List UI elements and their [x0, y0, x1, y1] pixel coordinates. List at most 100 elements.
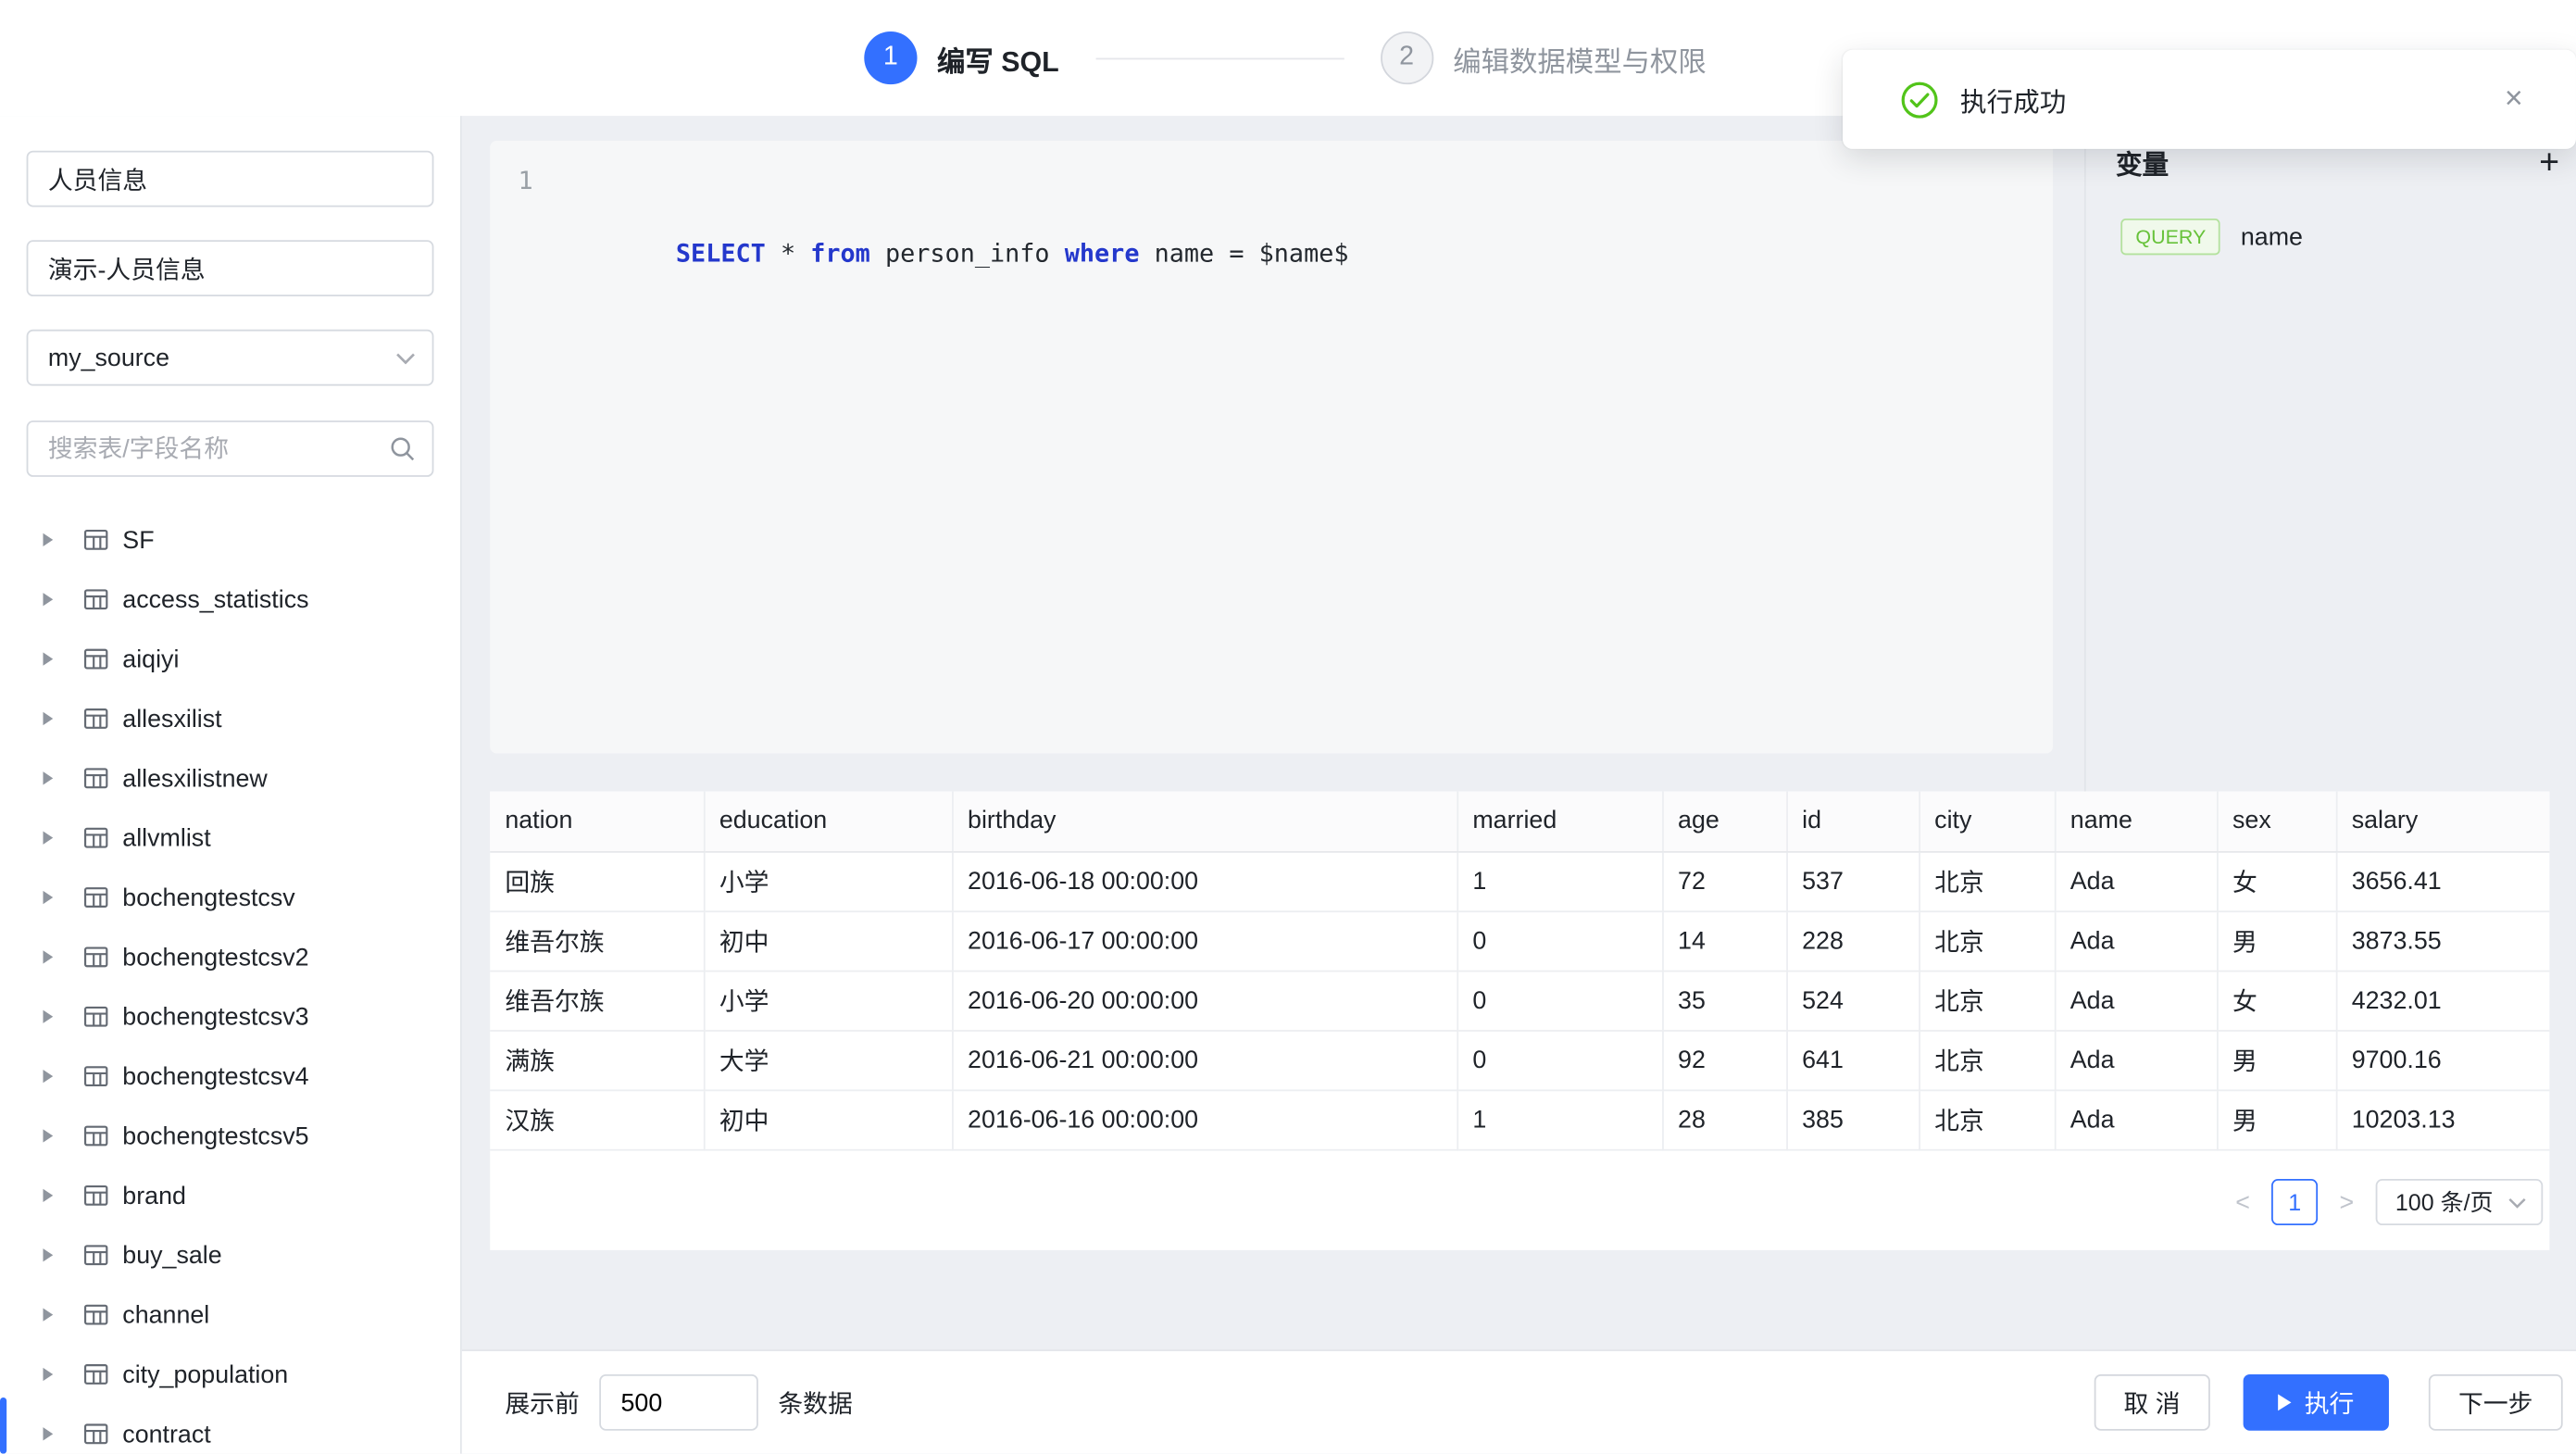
table-tree-item[interactable]: channel	[27, 1285, 434, 1344]
table-tree-item[interactable]: bochengtestcsv4	[27, 1047, 434, 1106]
column-header: birthday	[952, 792, 1457, 851]
prev-page-button[interactable]: <	[2232, 1188, 2254, 1216]
table-name: allvmlist	[122, 823, 210, 851]
table-tree-item[interactable]: city_population	[27, 1345, 434, 1404]
table-icon	[82, 1122, 109, 1149]
table-tree-item[interactable]: allesxilistnew	[27, 748, 434, 808]
table-cell: 北京	[1919, 1030, 2055, 1089]
table-tree-item[interactable]: contract	[27, 1404, 434, 1454]
table-cell: Ada	[2055, 971, 2217, 1030]
toast-close-button[interactable]: ×	[2505, 83, 2523, 115]
caret-right-icon[interactable]	[43, 1308, 53, 1321]
run-button-label: 执行	[2305, 1385, 2355, 1421]
main-area: 1 SELECT * from person_info where name =…	[462, 116, 2576, 1454]
step-1-number: 1	[864, 31, 917, 84]
sql-token: *	[766, 238, 810, 268]
caret-right-icon[interactable]	[43, 593, 53, 606]
caret-right-icon[interactable]	[43, 1010, 53, 1023]
table-name: bochengtestcsv3	[122, 1003, 308, 1031]
caret-right-icon[interactable]	[43, 891, 53, 904]
dataset-name-input[interactable]	[27, 151, 434, 207]
caret-right-icon[interactable]	[43, 1070, 53, 1083]
run-button[interactable]: 执行	[2244, 1374, 2389, 1431]
add-variable-button[interactable]: +	[2536, 144, 2563, 180]
table-row: 维吾尔族小学2016-06-20 00:00:00035524北京Ada女423…	[490, 971, 2549, 1030]
cancel-button[interactable]: 取 消	[2094, 1374, 2209, 1431]
caret-right-icon[interactable]	[43, 652, 53, 665]
table-tree-item[interactable]: access_statistics	[27, 570, 434, 629]
caret-right-icon[interactable]	[43, 832, 53, 845]
table-tree-item[interactable]: bochengtestcsv2	[27, 927, 434, 986]
sql-code: SELECT * from person_info where name = $…	[556, 162, 1349, 271]
caret-right-icon[interactable]	[43, 1248, 53, 1261]
sql-token: SELECT	[676, 238, 766, 268]
table-cell: 228	[1786, 910, 1919, 970]
page-button-1[interactable]: 1	[2271, 1179, 2318, 1225]
datasource-select[interactable]: my_source	[27, 330, 434, 386]
table-cell: 3656.41	[2336, 851, 2550, 910]
table-cell: 35	[1662, 971, 1786, 1030]
next-step-button[interactable]: 下一步	[2429, 1374, 2563, 1431]
table-tree-item[interactable]: allesxilist	[27, 689, 434, 748]
column-header: age	[1662, 792, 1786, 851]
table-icon	[82, 706, 109, 733]
search-icon	[389, 435, 416, 462]
variables-panel: 变量 + QUERY name	[2084, 116, 2576, 791]
result-table: nationeducationbirthdaymarriedageidcityn…	[490, 792, 2549, 1150]
table-name: bochengtestcsv2	[122, 943, 308, 971]
datasource-select-value: my_source	[48, 344, 169, 371]
table-cell: 北京	[1919, 851, 2055, 910]
caret-right-icon[interactable]	[43, 533, 53, 546]
table-cell: 385	[1786, 1089, 1919, 1148]
table-icon	[82, 1361, 109, 1388]
table-name: bochengtestcsv4	[122, 1062, 308, 1090]
table-tree-item[interactable]: bochengtestcsv5	[27, 1106, 434, 1165]
table-cell: Ada	[2055, 851, 2217, 910]
sql-editor[interactable]: 1 SELECT * from person_info where name =…	[490, 141, 2053, 754]
table-cell: 男	[2217, 1089, 2336, 1148]
table-cell: 维吾尔族	[490, 910, 704, 970]
table-name: access_statistics	[122, 585, 308, 613]
row-limit-input[interactable]	[599, 1374, 758, 1431]
caret-right-icon[interactable]	[43, 1129, 53, 1142]
table-tree-item[interactable]: brand	[27, 1166, 434, 1225]
table-icon	[82, 1301, 109, 1328]
table-tree-item[interactable]: bochengtestcsv	[27, 868, 434, 927]
table-name: channel	[122, 1300, 209, 1328]
sidebar-scrollbar-thumb[interactable]	[0, 1398, 6, 1454]
variable-item: QUERY name	[2086, 182, 2576, 256]
table-icon	[82, 1242, 109, 1269]
toast-message: 执行成功	[1960, 80, 2066, 119]
table-row: 汉族初中2016-06-16 00:00:00128385北京Ada男10203…	[490, 1089, 2549, 1148]
table-icon	[82, 765, 109, 792]
caret-right-icon[interactable]	[43, 1368, 53, 1381]
table-cell: 1	[1457, 1089, 1662, 1148]
table-tree-item[interactable]: aiqiyi	[27, 629, 434, 688]
footer-actions: 取 消 执行 下一步	[2094, 1374, 2562, 1431]
page-size-select[interactable]: 100 条/页	[2375, 1179, 2543, 1225]
sql-token: name = $name$	[1139, 238, 1348, 268]
table-tree-item[interactable]: bochengtestcsv3	[27, 987, 434, 1047]
caret-right-icon[interactable]	[43, 712, 53, 725]
table-tree-item[interactable]: allvmlist	[27, 808, 434, 868]
table-cell: 满族	[490, 1030, 704, 1089]
table-cell: 1	[1457, 851, 1662, 910]
caret-right-icon[interactable]	[43, 950, 53, 963]
next-page-button[interactable]: >	[2336, 1188, 2357, 1216]
dataset-display-name-input[interactable]	[27, 240, 434, 296]
table-icon	[82, 646, 109, 672]
table-search-input[interactable]	[27, 420, 434, 477]
table-icon	[82, 586, 109, 613]
caret-right-icon[interactable]	[43, 1189, 53, 1202]
footer-bar: 展示前 条数据 取 消 执行 下一步	[462, 1349, 2576, 1454]
table-name: contract	[122, 1420, 210, 1448]
table-cell: 小学	[704, 851, 952, 910]
table-tree-item[interactable]: buy_sale	[27, 1225, 434, 1285]
table-name: bochengtestcsv5	[122, 1122, 308, 1149]
table-cell: 初中	[704, 910, 952, 970]
limit-suffix-label: 条数据	[778, 1385, 852, 1421]
caret-right-icon[interactable]	[43, 771, 53, 784]
caret-right-icon[interactable]	[43, 1427, 53, 1440]
table-tree-item[interactable]: SF	[27, 510, 434, 570]
table-row: 维吾尔族初中2016-06-17 00:00:00014228北京Ada男387…	[490, 910, 2549, 970]
